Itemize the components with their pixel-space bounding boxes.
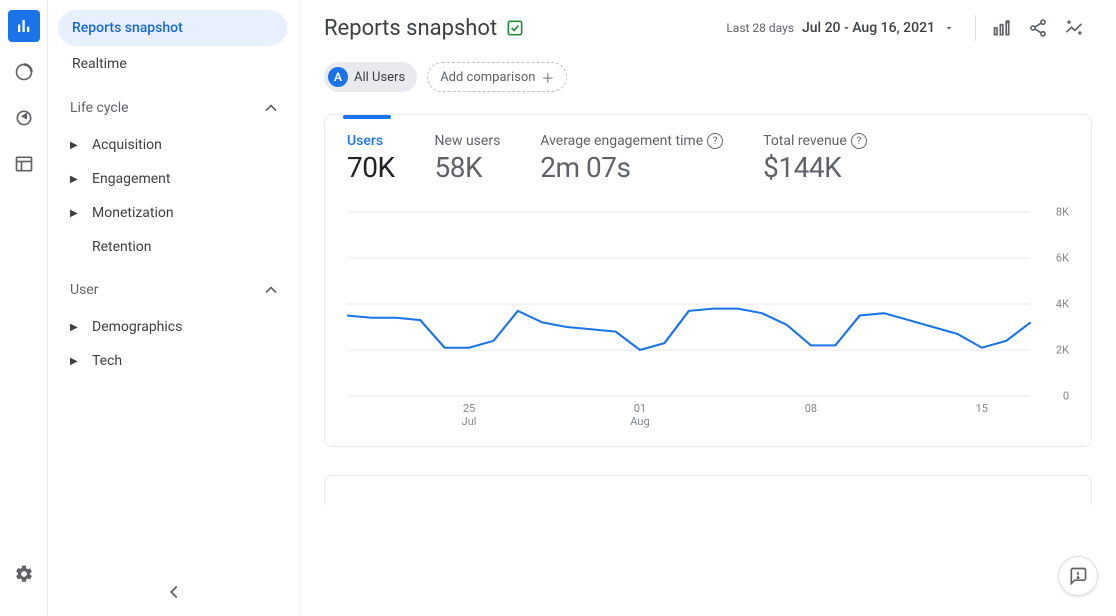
nav-reports-snapshot[interactable]: Reports snapshot bbox=[58, 10, 287, 46]
nav-retention[interactable]: Retention bbox=[64, 230, 287, 264]
date-prefix: Last 28 days bbox=[726, 21, 794, 35]
metric-total-revenue[interactable]: Total revenue ? $144K bbox=[763, 133, 867, 184]
nav-demographics[interactable]: ▶ Demographics bbox=[64, 310, 287, 344]
nav-label: Tech bbox=[92, 353, 122, 369]
y-tick-label: 2K bbox=[1056, 344, 1069, 357]
date-range-picker[interactable]: Last 28 days Jul 20 - Aug 16, 2021 bbox=[726, 20, 955, 36]
metric-label: Users bbox=[347, 133, 395, 149]
caret-right-icon: ▶ bbox=[70, 322, 78, 333]
verified-icon bbox=[505, 18, 525, 38]
left-rail bbox=[0, 0, 48, 616]
y-tick-label: 0 bbox=[1063, 390, 1069, 403]
active-metric-indicator bbox=[343, 115, 391, 119]
next-card-stub bbox=[324, 475, 1092, 505]
date-range-text: Jul 20 - Aug 16, 2021 bbox=[802, 20, 935, 36]
help-icon[interactable]: ? bbox=[851, 133, 867, 149]
x-tick-label: 01Aug bbox=[630, 402, 649, 428]
y-tick-label: 6K bbox=[1056, 252, 1069, 265]
rail-explore-icon[interactable] bbox=[8, 102, 40, 134]
sidebar: Reports snapshot Realtime Life cycle ▶ A… bbox=[48, 0, 300, 616]
metric-label-text: Total revenue bbox=[763, 133, 847, 149]
nav-label: Retention bbox=[92, 239, 152, 255]
customize-report-icon[interactable] bbox=[984, 10, 1020, 46]
nav-label: Acquisition bbox=[92, 137, 162, 153]
nav-tech[interactable]: ▶ Tech bbox=[64, 344, 287, 378]
metric-value: $144K bbox=[763, 151, 867, 184]
metric-avg-engagement[interactable]: Average engagement time ? 2m 07s bbox=[540, 133, 723, 184]
metric-label: Total revenue ? bbox=[763, 133, 867, 149]
nav-label: Engagement bbox=[92, 171, 170, 187]
chip-label: Add comparison bbox=[440, 70, 535, 85]
metric-new-users[interactable]: New users 58K bbox=[435, 133, 501, 184]
nav-engagement[interactable]: ▶ Engagement bbox=[64, 162, 287, 196]
caret-right-icon: ▶ bbox=[70, 208, 78, 219]
caret-right-icon: ▶ bbox=[70, 356, 78, 367]
y-tick-label: 4K bbox=[1056, 298, 1069, 311]
topbar: Reports snapshot Last 28 days Jul 20 - A… bbox=[300, 0, 1116, 56]
section-label: Life cycle bbox=[70, 100, 129, 116]
metric-label: New users bbox=[435, 133, 501, 149]
metric-users[interactable]: Users 70K bbox=[347, 133, 395, 184]
help-icon[interactable]: ? bbox=[707, 133, 723, 149]
caret-down-icon bbox=[943, 22, 955, 34]
page-title: Reports snapshot bbox=[324, 16, 497, 41]
chip-label: All Users bbox=[354, 70, 405, 85]
divider bbox=[975, 15, 976, 41]
caret-right-icon: ▶ bbox=[70, 174, 78, 185]
settings-icon[interactable] bbox=[8, 558, 40, 590]
nav-acquisition[interactable]: ▶ Acquisition bbox=[64, 128, 287, 162]
nav-label: Realtime bbox=[72, 56, 127, 72]
chevron-up-icon bbox=[261, 98, 281, 118]
x-tick-label: 08 bbox=[805, 402, 817, 415]
content-scroll[interactable]: Users 70K New users 58K Average engageme… bbox=[300, 106, 1116, 616]
caret-right-icon: ▶ bbox=[70, 140, 78, 151]
chevron-up-icon bbox=[261, 280, 281, 300]
x-tick-label: 25Jul bbox=[462, 402, 477, 428]
rail-realtime-icon[interactable] bbox=[8, 56, 40, 88]
nav-monetization[interactable]: ▶ Monetization bbox=[64, 196, 287, 230]
nav-label: Monetization bbox=[92, 205, 174, 221]
y-tick-label: 8K bbox=[1056, 206, 1069, 219]
insights-icon[interactable] bbox=[1056, 10, 1092, 46]
share-icon[interactable] bbox=[1020, 10, 1056, 46]
nav-realtime[interactable]: Realtime bbox=[58, 46, 287, 82]
chip-badge: A bbox=[328, 67, 348, 87]
section-label: User bbox=[70, 282, 98, 298]
users-chart: 0 2K 4K 6K 8K 25Jul 01Aug 08 15 bbox=[347, 206, 1069, 426]
x-tick-label: 15 bbox=[976, 402, 988, 415]
nav-label: Reports snapshot bbox=[72, 20, 183, 36]
section-user[interactable]: User bbox=[64, 270, 287, 310]
main: Reports snapshot Last 28 days Jul 20 - A… bbox=[300, 0, 1116, 616]
plus-icon: ＋ bbox=[541, 68, 554, 87]
section-lifecycle[interactable]: Life cycle bbox=[64, 88, 287, 128]
feedback-button[interactable] bbox=[1058, 556, 1098, 596]
metric-label: Average engagement time ? bbox=[540, 133, 723, 149]
metric-label-text: Average engagement time bbox=[540, 133, 703, 149]
metric-value: 2m 07s bbox=[540, 151, 723, 184]
comparison-chips-row: A All Users Add comparison ＋ bbox=[300, 56, 1116, 106]
metrics-row: Users 70K New users 58K Average engageme… bbox=[347, 133, 1069, 184]
rail-reports-icon[interactable] bbox=[8, 10, 40, 42]
rail-library-icon[interactable] bbox=[8, 148, 40, 180]
nav-label: Demographics bbox=[92, 319, 182, 335]
metric-value: 70K bbox=[347, 151, 395, 184]
collapse-sidebar-button[interactable] bbox=[163, 581, 185, 608]
add-comparison-button[interactable]: Add comparison ＋ bbox=[427, 62, 567, 92]
chip-all-users[interactable]: A All Users bbox=[324, 62, 417, 92]
overview-card: Users 70K New users 58K Average engageme… bbox=[324, 114, 1092, 447]
metric-value: 58K bbox=[435, 151, 501, 184]
